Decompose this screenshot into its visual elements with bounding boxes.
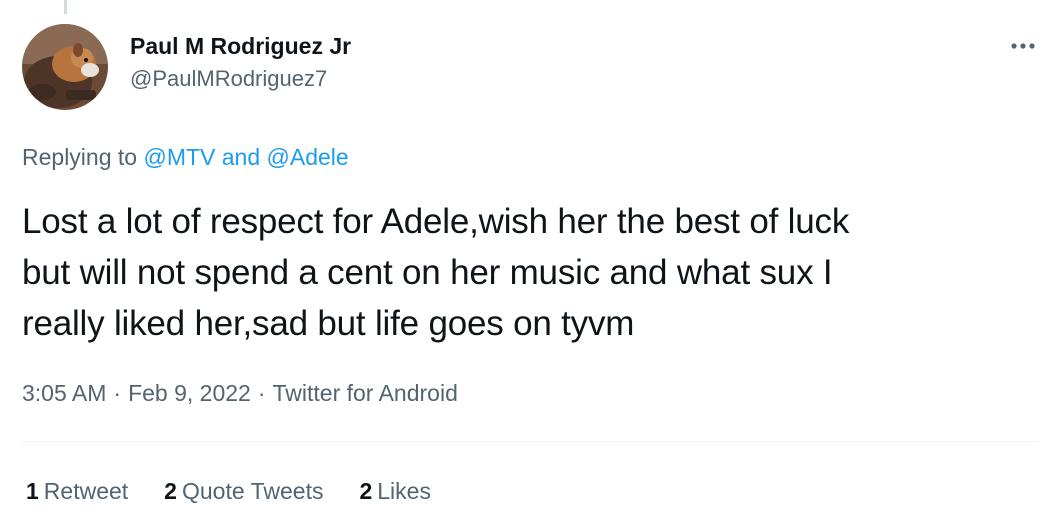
- mention-link-adele[interactable]: @Adele: [267, 144, 349, 170]
- tweet-source[interactable]: Twitter for Android: [273, 380, 458, 406]
- author-display-name[interactable]: Paul M Rodriguez Jr: [130, 30, 351, 62]
- tweet-text-line: really liked her,sad but life goes on ty…: [22, 304, 635, 343]
- retweets-count: 1: [26, 478, 39, 504]
- divider: [22, 441, 1038, 442]
- reply-context: Replying to @MTV and @Adele: [22, 140, 349, 174]
- likes-label: Likes: [377, 478, 431, 504]
- tweet-text-line: Lost a lot of respect for Adele,wish her…: [22, 202, 850, 241]
- quote-tweets-label: Quote Tweets: [181, 478, 324, 504]
- tweet-date[interactable]: Feb 9, 2022: [128, 380, 251, 406]
- tweet-text: Lost a lot of respect for Adele,wish her…: [22, 196, 1038, 349]
- tweet-metadata: 3:05 AM · Feb 9, 2022 · Twitter for Android: [22, 376, 458, 410]
- dog-photo-avatar-image: [22, 24, 108, 110]
- thread-connector-line: [64, 0, 67, 14]
- likes-count: 2: [359, 478, 373, 504]
- tweet-time[interactable]: 3:05 AM: [22, 380, 106, 406]
- more-horizontal-icon: [1011, 43, 1035, 49]
- tweet-text-line: but will not spend a cent on her music a…: [22, 253, 833, 292]
- meta-separator: ·: [113, 380, 122, 406]
- mention-link-mtv[interactable]: @MTV: [143, 144, 215, 170]
- retweets-label: Retweet: [43, 478, 129, 504]
- author-handle[interactable]: @PaulMRodriguez7: [130, 63, 351, 95]
- quote-tweets-stat[interactable]: 2 Quote Tweets: [164, 474, 323, 508]
- reply-context-conjunction: and: [221, 144, 261, 170]
- reply-context-prefix: Replying to: [22, 144, 138, 170]
- quote-tweets-count: 2: [164, 478, 177, 504]
- avatar[interactable]: [22, 24, 108, 110]
- retweets-stat[interactable]: 1 Retweet: [26, 474, 128, 508]
- more-options-button[interactable]: [1004, 34, 1044, 58]
- meta-separator: ·: [257, 380, 266, 406]
- author-block: Paul M Rodriguez Jr @PaulMRodriguez7: [130, 30, 351, 95]
- engagement-stats: 1 Retweet 2 Quote Tweets 2 Likes: [26, 474, 467, 508]
- likes-stat[interactable]: 2 Likes: [359, 474, 431, 508]
